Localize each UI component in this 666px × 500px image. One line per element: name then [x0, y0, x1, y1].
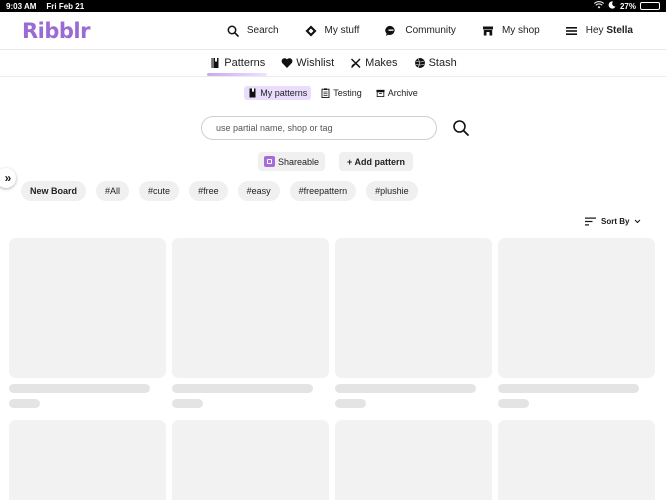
- pattern-card-placeholder: [9, 420, 166, 500]
- card-image-placeholder: [498, 420, 655, 500]
- pattern-card-placeholder: [172, 238, 329, 408]
- user-menu[interactable]: Hey Stella: [553, 25, 646, 37]
- top-navigation: Ribblr Search My stuff Community My shop: [0, 12, 666, 50]
- tag-cute[interactable]: #cute: [139, 181, 180, 201]
- subtab-archive[interactable]: Archive: [372, 86, 422, 100]
- subtab-testing[interactable]: Testing: [317, 86, 366, 100]
- card-meta-placeholder: [9, 399, 40, 408]
- battery-percent: 27%: [619, 1, 636, 11]
- status-date: Fri Feb 21: [46, 1, 85, 11]
- subtab-testing-label: Testing: [333, 88, 362, 98]
- shareable-label: Shareable: [278, 156, 320, 167]
- tab-stash-label: Stash: [428, 57, 457, 69]
- sort-dropdown[interactable]: Sort By: [585, 217, 641, 226]
- sidebar-expand-button[interactable]: »: [0, 168, 16, 188]
- user-greeting: Hey Stella: [586, 25, 633, 36]
- tag-freepattern[interactable]: #freepattern: [289, 181, 357, 201]
- nav-my-stuff-label: My stuff: [324, 25, 360, 36]
- tag-free[interactable]: #free: [189, 181, 228, 201]
- nav-search[interactable]: Search: [214, 25, 292, 37]
- subtab-my-patterns[interactable]: My patterns: [244, 86, 312, 100]
- card-meta-placeholder: [335, 399, 366, 408]
- user-name: Stella: [606, 25, 633, 36]
- archive-box-icon: [376, 88, 385, 98]
- card-title-placeholder: [335, 384, 476, 393]
- tag-easy[interactable]: #easy: [237, 181, 280, 201]
- needles-icon: [350, 57, 362, 69]
- pattern-card-placeholder: [9, 238, 166, 408]
- tag-all[interactable]: #All: [96, 181, 130, 201]
- double-chevron-right-icon: »: [4, 171, 12, 185]
- shareable-button[interactable]: Shareable: [258, 152, 326, 171]
- search-row: use partial name, shop or tag: [201, 116, 470, 140]
- nav-links: Search My stuff Community My shop Hey St…: [214, 25, 646, 37]
- pattern-actions: Shareable + Add pattern: [258, 152, 413, 171]
- card-image-placeholder: [172, 238, 329, 378]
- pattern-card-placeholder: [498, 238, 655, 408]
- search-icon[interactable]: [452, 119, 470, 137]
- nav-community-label: Community: [405, 25, 456, 36]
- nav-community[interactable]: Community: [372, 25, 469, 37]
- wifi-icon: [593, 1, 605, 11]
- tab-makes-label: Makes: [365, 57, 398, 69]
- tab-makes[interactable]: Makes: [348, 50, 399, 77]
- card-meta-placeholder: [172, 399, 203, 408]
- tab-wishlist-label: Wishlist: [296, 57, 335, 69]
- tab-patterns-label: Patterns: [224, 57, 266, 69]
- pattern-card-placeholder: [335, 420, 492, 500]
- pattern-card-placeholder: [498, 420, 655, 500]
- tab-wishlist[interactable]: Wishlist: [279, 50, 336, 77]
- diamond-icon: [305, 25, 317, 37]
- clipboard-icon: [321, 88, 330, 98]
- sort-label: Sort By: [601, 217, 630, 226]
- battery-icon: [640, 2, 660, 10]
- card-image-placeholder: [9, 420, 166, 500]
- search-icon: [227, 25, 239, 37]
- pattern-book-icon: [248, 88, 257, 98]
- tab-stash[interactable]: Stash: [412, 50, 459, 77]
- search-input[interactable]: use partial name, shop or tag: [201, 116, 437, 140]
- subtab-archive-label: Archive: [387, 88, 418, 98]
- main-tabs: Patterns Wishlist Makes Stash: [0, 50, 666, 77]
- app-logo[interactable]: Ribblr: [22, 19, 91, 43]
- add-pattern-button[interactable]: + Add pattern: [339, 152, 413, 171]
- card-image-placeholder: [172, 420, 329, 500]
- sort-lines-icon: [585, 217, 596, 226]
- heart-icon: [281, 57, 293, 69]
- status-bar: 9:03 AM Fri Feb 21 27%: [0, 0, 666, 12]
- card-image-placeholder: [9, 238, 166, 378]
- status-time: 9:03 AM: [6, 1, 37, 11]
- yarn-ball-icon: [414, 57, 426, 69]
- card-image-placeholder: [498, 238, 655, 378]
- card-title-placeholder: [9, 384, 150, 393]
- status-right: 27%: [593, 1, 660, 11]
- nav-my-shop[interactable]: My shop: [469, 25, 553, 37]
- new-board-button[interactable]: New Board: [21, 181, 87, 201]
- card-title-placeholder: [498, 384, 639, 393]
- board-tag-row: New Board #All #cute #free #easy #freepa…: [21, 181, 418, 201]
- share-icon: [264, 156, 275, 167]
- nav-search-label: Search: [246, 25, 279, 36]
- tag-plushie[interactable]: #plushie: [366, 181, 418, 201]
- tab-patterns[interactable]: Patterns: [207, 50, 268, 77]
- card-title-placeholder: [172, 384, 313, 393]
- subtab-my-patterns-label: My patterns: [260, 88, 308, 98]
- shop-icon: [482, 25, 494, 37]
- pattern-book-icon: [209, 57, 221, 69]
- chat-bubble-icon: [385, 25, 397, 37]
- nav-my-shop-label: My shop: [501, 25, 540, 36]
- pattern-subtabs: My patterns Testing Archive: [0, 86, 666, 100]
- nav-my-stuff[interactable]: My stuff: [292, 25, 373, 37]
- pattern-card-placeholder: [335, 238, 492, 408]
- card-image-placeholder: [335, 238, 492, 378]
- user-greeting-text: Hey: [585, 25, 604, 36]
- moon-icon: [608, 1, 616, 11]
- card-meta-placeholder: [498, 399, 529, 408]
- hamburger-icon: [566, 25, 578, 37]
- card-image-placeholder: [335, 420, 492, 500]
- chevron-down-icon: [634, 217, 641, 226]
- pattern-grid: [9, 238, 655, 500]
- pattern-card-placeholder: [172, 420, 329, 500]
